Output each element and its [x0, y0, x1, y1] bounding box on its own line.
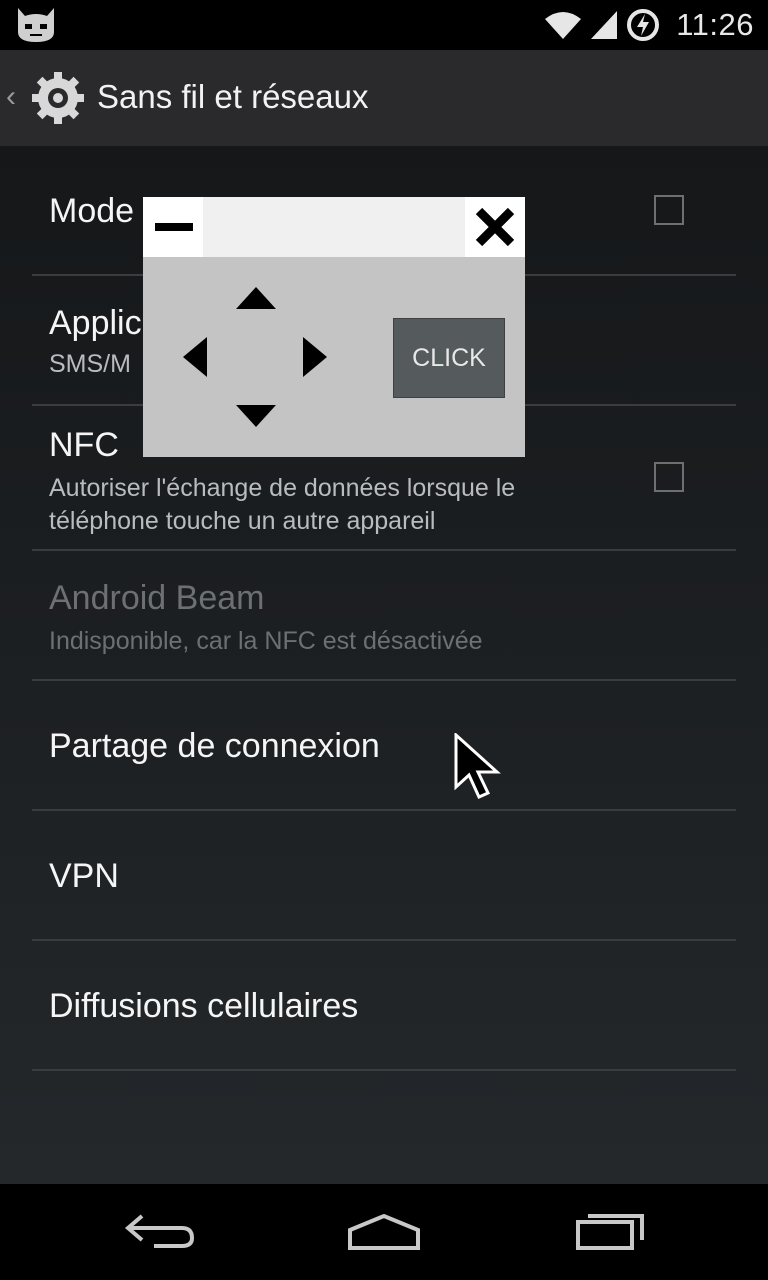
wifi-icon: [545, 12, 582, 39]
click-button[interactable]: CLICK: [393, 318, 505, 398]
settings-item-vpn[interactable]: VPN: [32, 811, 736, 941]
nfc-checkbox[interactable]: [654, 462, 684, 492]
arrow-down-icon[interactable]: [236, 405, 276, 427]
battery-charging-icon: [627, 9, 660, 41]
minimize-icon[interactable]: [143, 197, 203, 257]
settings-item-title: VPN: [49, 857, 119, 895]
settings-item-summary: Indisponible, car la NFC est désactivée: [49, 627, 483, 655]
navigation-bar: [0, 1184, 768, 1280]
settings-item-summary: Autoriser l'échange de données lorsque l…: [49, 474, 516, 535]
mode-checkbox[interactable]: [654, 195, 684, 225]
status-bar: 11:26: [0, 0, 768, 50]
cyanogenmod-logo-icon: [18, 8, 54, 42]
action-bar: ‹ Sans fil et réseaux: [0, 50, 768, 147]
recent-apps-icon[interactable]: [574, 1210, 646, 1254]
control-overlay[interactable]: CLICK: [143, 197, 525, 457]
close-icon[interactable]: [465, 197, 525, 257]
settings-item-title: Partage de connexion: [49, 727, 380, 765]
page-title: Sans fil et réseaux: [97, 78, 369, 115]
settings-item-title: Android Beam: [49, 579, 265, 617]
back-icon[interactable]: [124, 1210, 196, 1254]
chevron-left-icon[interactable]: ‹: [6, 80, 16, 114]
arrow-up-icon[interactable]: [236, 287, 276, 309]
arrow-right-icon[interactable]: [303, 337, 327, 377]
settings-gear-icon[interactable]: [28, 68, 88, 128]
settings-item-tethering[interactable]: Partage de connexion: [32, 681, 736, 811]
settings-item-cell-broadcasts[interactable]: Diffusions cellulaires: [32, 941, 736, 1071]
status-time: 11:26: [676, 7, 754, 42]
mouse-cursor-icon: [454, 733, 501, 799]
settings-item-title: Applic: [49, 304, 142, 342]
settings-item-title: Diffusions cellulaires: [49, 987, 359, 1025]
settings-item-title: Mode: [49, 192, 135, 230]
home-icon[interactable]: [346, 1210, 422, 1254]
arrow-left-icon[interactable]: [183, 337, 207, 377]
settings-item-title: NFC: [49, 426, 119, 464]
settings-item-android-beam: Android Beam Indisponible, car la NFC es…: [32, 551, 736, 681]
signal-icon: [591, 11, 618, 39]
